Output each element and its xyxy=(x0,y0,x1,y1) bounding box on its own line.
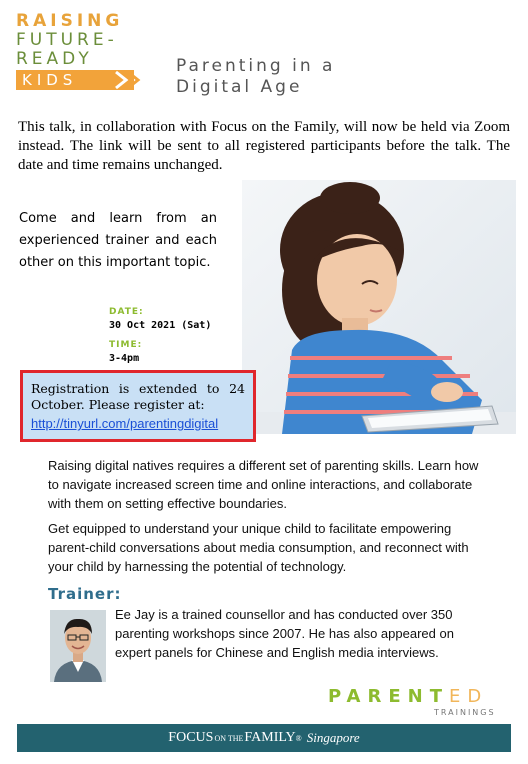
description-paragraph-1: Raising digital natives requires a diffe… xyxy=(48,458,479,511)
trainer-bio: Ee Jay is a trained counsellor and has c… xyxy=(115,607,454,660)
parented-logo: PARENTED xyxy=(328,686,488,707)
time-value: 3-4pm xyxy=(109,353,140,364)
logo-line-raising: RAISING xyxy=(16,11,124,31)
parented-logo-main: PARENT xyxy=(328,686,449,707)
come-and-learn-text: Come and learn from an experienced train… xyxy=(19,211,217,270)
footer-focus: FOCUS xyxy=(168,730,214,745)
footer-registered-mark: ® xyxy=(295,733,302,743)
footer-country: Singapore xyxy=(306,730,360,745)
logo-line-ready: READY xyxy=(16,49,93,69)
parented-trainings-label: TRAININGS xyxy=(434,708,496,717)
logo-line-future: FUTURE- xyxy=(16,30,118,50)
trainer-portrait-photo xyxy=(50,610,106,682)
title-line-1: Parenting in a xyxy=(176,56,336,76)
registration-text: Registration is extended to 24 October. … xyxy=(31,381,245,412)
page-title: Parenting in a Digital Age xyxy=(176,56,335,98)
description-paragraph-2: Get equipped to understand your unique c… xyxy=(48,521,469,574)
footer-on-the: ON THE xyxy=(214,733,244,743)
date-value: 30 Oct 2021 (Sat) xyxy=(109,320,212,331)
intro-notice: This talk, in collaboration with Focus o… xyxy=(18,119,510,173)
focus-on-the-family-logo: FOCUS ON THE FAMILY ® Singapore xyxy=(17,724,511,752)
child-with-tablet-photo xyxy=(242,180,516,434)
footer-family: FAMILY xyxy=(244,730,296,745)
registration-link[interactable]: http://tinyurl.com/parentingdigital xyxy=(31,416,218,431)
date-label: DATE: xyxy=(109,307,144,317)
parented-logo-suffix: ED xyxy=(448,686,489,707)
logo-line-kids: KIDS xyxy=(22,71,78,89)
title-line-2: Digital Age xyxy=(176,77,303,97)
time-label: TIME: xyxy=(109,340,143,350)
chevron-arrows-icon xyxy=(115,70,141,90)
trainer-heading: Trainer: xyxy=(48,585,122,603)
